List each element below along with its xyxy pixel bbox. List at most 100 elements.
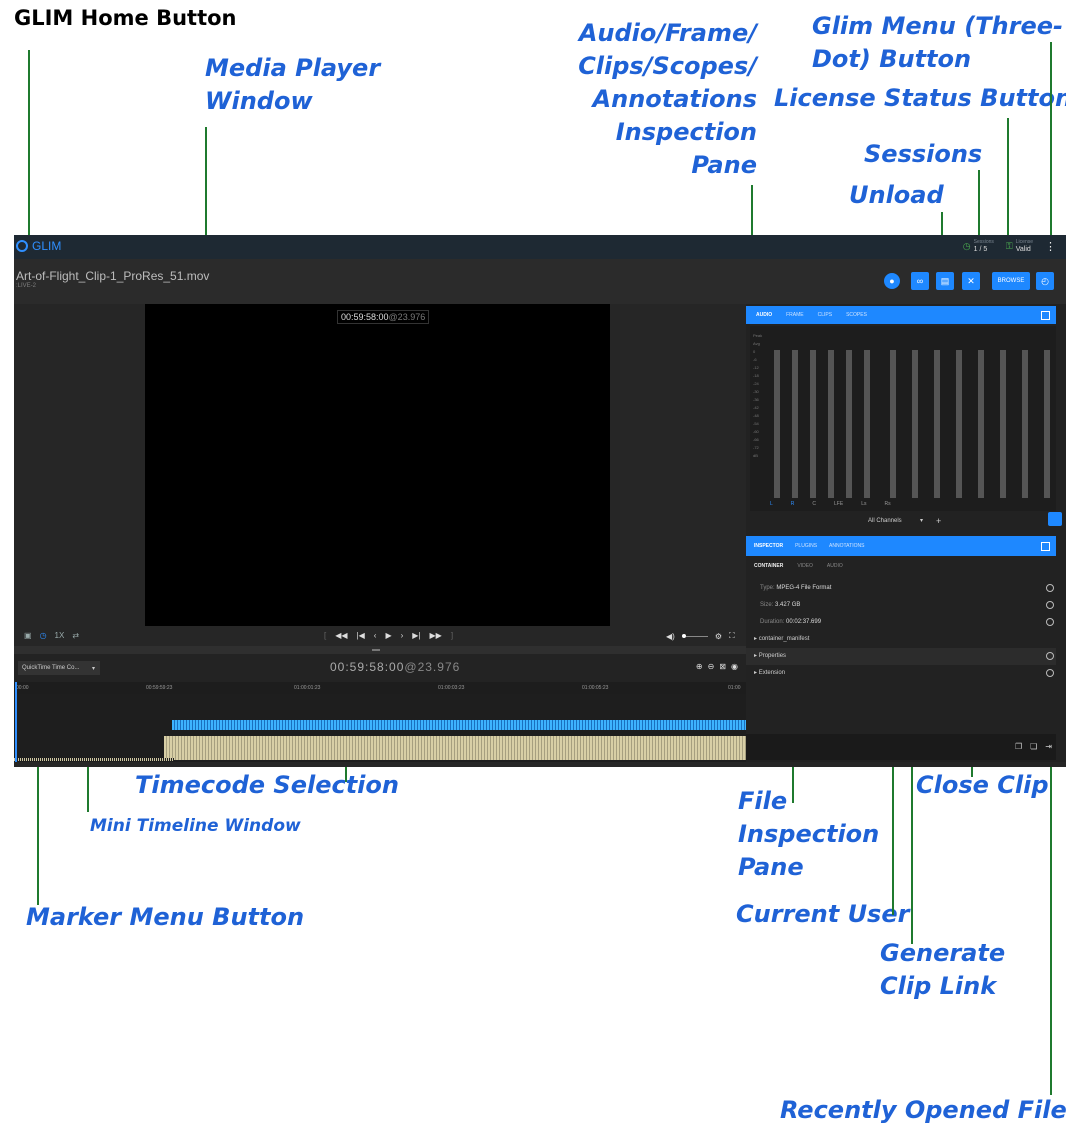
tab-video[interactable]: VIDEO <box>797 563 813 569</box>
chevron-right-icon: ▸ <box>754 670 758 676</box>
sessions-button[interactable]: ◷ Sessions 1 / 5 <box>963 238 994 254</box>
user-icon: ● <box>889 276 895 286</box>
zoom-out-icon[interactable]: ⊖ <box>708 662 715 671</box>
callout-home-button: GLIM Home Button <box>14 6 237 30</box>
tab-inspector[interactable]: INSPECTOR <box>754 543 783 549</box>
top-bar: GLIM ◷ Sessions 1 / 5 ⚿ License Valid ⋮ <box>14 235 1066 259</box>
browse-button[interactable]: BROWSE <box>992 272 1030 290</box>
generate-clip-link-button[interactable]: ∞ <box>911 272 929 290</box>
marker-icon[interactable]: ▣ <box>24 631 32 640</box>
tab-clips[interactable]: CLIPS <box>818 312 832 318</box>
forward-fast-icon[interactable]: ▶▶ <box>430 631 442 640</box>
transport-controls: [ ◀◀ |◀ ‹ ▶ › ▶| ▶▶ ] <box>324 631 454 640</box>
popout-icon[interactable] <box>1041 310 1050 320</box>
popout-icon[interactable] <box>1041 541 1050 551</box>
meter-bar <box>1000 350 1006 498</box>
file-title: Art-of-Flight_Clip-1_ProRes_51.mov <box>16 269 210 283</box>
timecode-overlay: 00:59:58:00@23.976 <box>337 310 430 324</box>
tab-audio-info[interactable]: AUDIO <box>827 563 843 569</box>
glim-app: GLIM ◷ Sessions 1 / 5 ⚿ License Valid ⋮ Ar… <box>14 235 1066 767</box>
license-status-button[interactable]: ⚿ License Valid <box>1006 238 1033 254</box>
inspector-section-extension[interactable]: ▸ Extension <box>746 665 1056 682</box>
loop-icon[interactable]: ⇄ <box>72 631 79 640</box>
title-bar: Art-of-Flight_Clip-1_ProRes_51.mov :LIVE… <box>14 259 1066 304</box>
copy-icon[interactable]: ❐ <box>1015 742 1022 751</box>
rewind-fast-icon[interactable]: ◀◀ <box>335 631 347 640</box>
callout-marker-menu: Marker Menu Button <box>26 903 305 931</box>
chevron-right-icon: ▸ <box>754 636 758 642</box>
marker-menu-button[interactable] <box>15 682 17 762</box>
tab-audio[interactable]: AUDIO <box>756 312 772 318</box>
timecode-selection-dropdown[interactable]: QuickTime Time Co... ▾ <box>18 661 100 675</box>
help-icon[interactable] <box>1046 652 1054 660</box>
meter-bar <box>1022 350 1028 498</box>
tab-scopes[interactable]: SCOPES <box>846 312 867 318</box>
tab-container[interactable]: CONTAINER <box>754 563 783 569</box>
mini-timeline-window[interactable] <box>14 694 746 762</box>
glim-home-button[interactable]: GLIM <box>16 239 61 253</box>
play-icon[interactable]: ▶ <box>385 631 391 640</box>
skip-start-icon[interactable]: |◀ <box>357 631 365 640</box>
inspector-section-container-manifest[interactable]: ▸ container_manifest <box>746 631 1056 648</box>
inspector-footer: ❐ ❏ ⇥ <box>746 734 1056 760</box>
export-icon[interactable]: ⇥ <box>1045 742 1052 751</box>
meter-bar <box>792 350 798 498</box>
callout-glim-menu: Glim Menu (Three- Dot) Button <box>812 12 1063 73</box>
speed-label[interactable]: 1X <box>55 631 65 640</box>
file-subtitle: :LIVE-2 <box>16 283 37 289</box>
inspector-section-properties[interactable]: ▸ Properties <box>746 648 1056 665</box>
callout-timecode-selection: Timecode Selection <box>135 771 399 799</box>
clock-icon[interactable]: ◷ <box>40 631 47 640</box>
meter-bar <box>978 350 984 498</box>
tab-plugins[interactable]: PLUGINS <box>795 543 817 549</box>
link-icon: ∞ <box>916 276 924 286</box>
help-icon[interactable] <box>1046 601 1054 609</box>
volume-slider[interactable] <box>681 634 708 638</box>
chevron-right-icon: ▸ <box>754 653 758 659</box>
eye-icon[interactable]: ◉ <box>731 662 738 671</box>
settings-icon[interactable]: ⚙ <box>715 632 722 641</box>
add-icon[interactable]: + <box>936 516 941 526</box>
step-forward-icon[interactable]: › <box>401 631 404 640</box>
meter-bar <box>890 350 896 498</box>
leader-glim-menu <box>1050 42 1052 247</box>
inspector-tabs: INSPECTOR PLUGINS ANNOTATIONS <box>746 536 1056 556</box>
callout-license-status: License Status Button <box>774 84 1066 112</box>
mini-timeline-header: QuickTime Time Co... ▾ 00:59:58:00@23.97… <box>14 654 746 682</box>
copy-all-icon[interactable]: ❏ <box>1030 742 1037 751</box>
meter-bar <box>956 350 962 498</box>
help-icon[interactable] <box>1046 669 1054 677</box>
zoom-in-icon[interactable]: ⊕ <box>696 662 703 671</box>
inspection-pane: AUDIO FRAME CLIPS SCOPES Peak Avg 0 -6 -… <box>746 304 1066 762</box>
meter-bar <box>774 350 780 498</box>
three-dot-menu-button[interactable]: ⋮ <box>1045 240 1056 253</box>
video-viewer[interactable]: 00:59:58:00@23.976 <box>145 304 610 626</box>
meter-bar <box>828 350 834 498</box>
audio-tabs: AUDIO FRAME CLIPS SCOPES <box>746 306 1056 324</box>
help-icon[interactable] <box>1046 618 1054 626</box>
sessions-icon: ◷ <box>962 241 971 251</box>
help-icon[interactable] <box>1046 584 1054 592</box>
close-clip-button[interactable]: ✕ <box>962 272 980 290</box>
tab-frame[interactable]: FRAME <box>786 312 804 318</box>
callout-inspection-pane: Audio/Frame/ Clips/Scopes/ Annotations I… <box>578 19 757 179</box>
callout-unload: Unload <box>849 181 944 209</box>
leader-license <box>1007 118 1009 246</box>
tab-annotations[interactable]: ANNOTATIONS <box>829 543 864 549</box>
channel-grid-button[interactable] <box>1048 512 1062 526</box>
callout-generate-clip-link: Generate Clip Link <box>880 939 1006 1000</box>
all-channels-dropdown[interactable]: All Channels <box>868 518 902 524</box>
step-back-icon[interactable]: ‹ <box>374 631 377 640</box>
close-icon: ✕ <box>967 275 975 286</box>
recently-opened-button[interactable]: ◴ <box>1036 272 1054 290</box>
callout-sessions: Sessions <box>864 140 983 168</box>
callout-file-inspection: File Inspection Pane <box>738 787 880 881</box>
skip-end-icon[interactable]: ▶| <box>412 631 420 640</box>
chevron-down-icon: ▾ <box>91 665 95 672</box>
fit-icon[interactable]: ⊠ <box>719 662 726 671</box>
fullscreen-icon[interactable]: ⛶ <box>729 631 735 641</box>
pane-divider[interactable] <box>14 646 746 654</box>
volume-icon[interactable]: ◀) <box>666 632 675 641</box>
unload-button[interactable]: ▤ <box>936 272 954 290</box>
current-user-button[interactable]: ● <box>884 273 900 289</box>
